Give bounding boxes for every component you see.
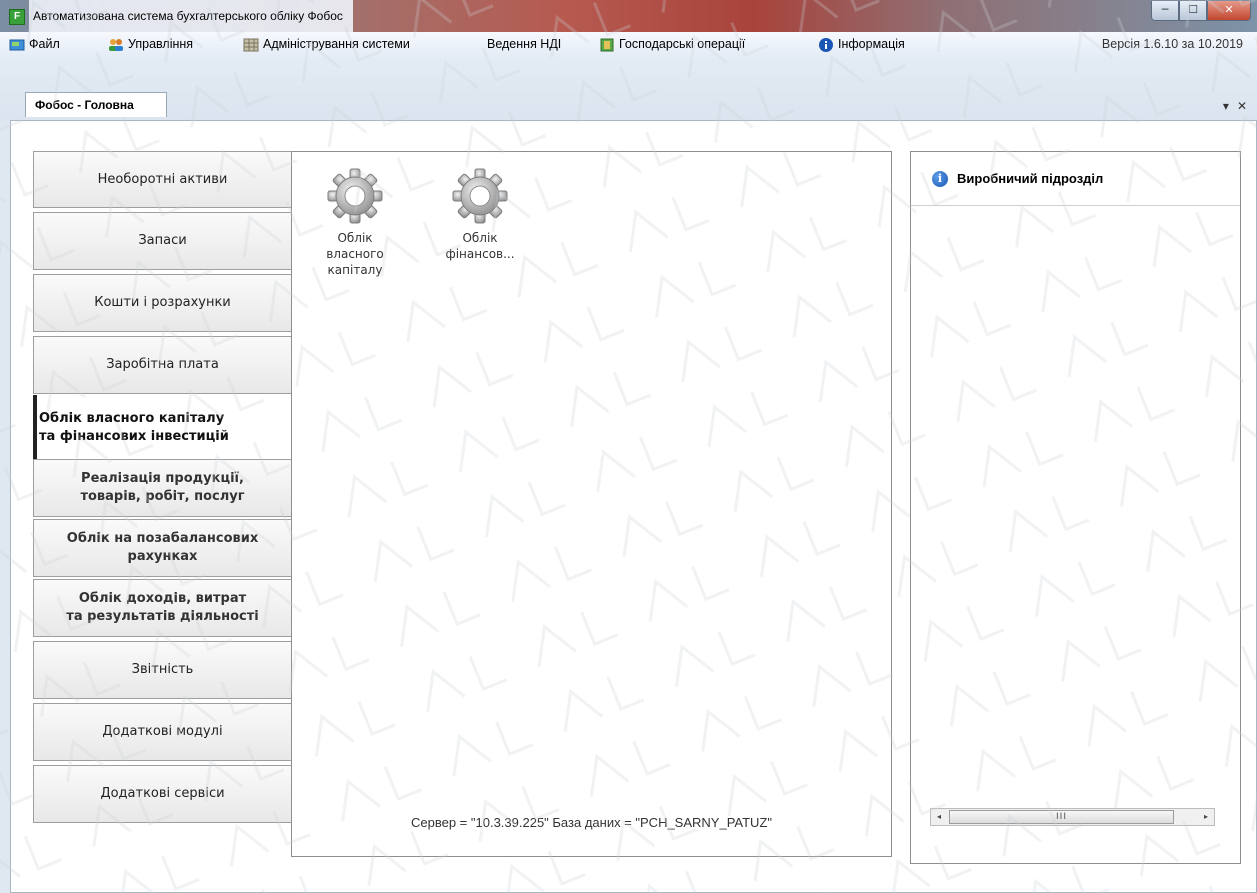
title-bar: F Автоматизована система бухгалтерського… <box>0 0 1257 32</box>
book-icon <box>600 38 614 51</box>
nav-sales[interactable]: Реалізація продукції, товарів, робіт, по… <box>33 459 292 517</box>
users-icon <box>109 38 123 51</box>
scroll-thumb[interactable]: III <box>949 810 1174 824</box>
menu-file-label: Файл <box>29 37 60 51</box>
version-label: Версія 1.6.10 за 10.2019 <box>1101 37 1243 51</box>
horizontal-scrollbar[interactable]: ◂ III ▸ <box>930 808 1215 826</box>
nav-inventory[interactable]: Запаси <box>33 212 292 270</box>
modules-panel: Облік власного капіталу Облік фінансов..… <box>291 151 892 857</box>
connection-status: Сервер = "10.3.39.225" База даних = "PCH… <box>411 815 772 830</box>
info-icon <box>819 37 833 52</box>
nav-additional-modules[interactable]: Додаткові модулі <box>33 703 292 761</box>
nav-off-balance[interactable]: Облік на позабалансових рахунках <box>33 519 292 577</box>
menu-information[interactable]: Інформація <box>818 32 905 57</box>
tab-home[interactable]: Фобос - Головна <box>25 92 167 117</box>
menu-management-label: Управління <box>128 37 194 51</box>
maximize-button[interactable]: ☐ <box>1179 1 1207 21</box>
app-logo-icon: F <box>9 9 25 25</box>
menu-business-operations-label: Господарські операції <box>619 37 746 51</box>
menu-administration[interactable]: Адміністрування системи <box>243 32 410 57</box>
unit-panel: i Виробничий підрозділ ◂ III ▸ <box>910 151 1241 864</box>
tab-strip: Фобос - Головна ▾ ✕ <box>0 57 1257 121</box>
nav-fixed-assets[interactable]: Необоротні активи <box>33 151 292 208</box>
module-tile-equity-label: Облік власного капіталу <box>326 231 384 277</box>
scroll-right-icon[interactable]: ▸ <box>1198 809 1214 825</box>
menu-reference-data-label: Ведення НДІ <box>487 37 562 51</box>
nav-income-expenses[interactable]: Облік доходів, витрат та результатів дія… <box>33 579 292 637</box>
menu-management[interactable]: Управління <box>108 32 193 57</box>
module-tile-investments[interactable]: Облік фінансов... <box>437 166 523 262</box>
menu-business-operations[interactable]: Господарські операції <box>599 32 745 57</box>
file-icon <box>9 39 25 50</box>
info-icon: i <box>932 170 948 187</box>
nav-reporting[interactable]: Звітність <box>33 641 292 699</box>
menu-information-label: Інформація <box>838 37 905 51</box>
tab-list-dropdown-icon[interactable]: ▾ <box>1223 99 1229 113</box>
nav-equity-investments[interactable]: Облік власного капіталу та фінансових ін… <box>33 395 292 460</box>
minimize-button[interactable]: ─ <box>1151 1 1179 21</box>
module-tile-investments-label: Облік фінансов... <box>445 231 515 261</box>
menu-file[interactable]: Файл <box>9 32 60 57</box>
tab-controls: ▾ ✕ <box>1223 99 1247 113</box>
tab-close-icon[interactable]: ✕ <box>1237 99 1247 113</box>
gear-icon <box>327 168 383 224</box>
unit-panel-header: i Виробничий підрозділ <box>911 152 1240 206</box>
window-title: Автоматизована система бухгалтерського о… <box>29 0 353 32</box>
menu-administration-label: Адміністрування системи <box>263 37 410 51</box>
module-tile-equity[interactable]: Облік власного капіталу <box>312 166 398 278</box>
unit-panel-title: Виробничий підрозділ <box>957 171 1104 186</box>
window-controls: ─ ☐ ✕ <box>1151 1 1251 21</box>
nav-cash-settlements[interactable]: Кошти і розрахунки <box>33 274 292 332</box>
gear-icon <box>452 168 508 224</box>
close-button[interactable]: ✕ <box>1207 1 1251 21</box>
menu-reference-data[interactable]: Ведення НДІ <box>487 32 561 57</box>
nav-payroll[interactable]: Заробітна плата <box>33 336 292 394</box>
nav-additional-services[interactable]: Додаткові сервіси <box>33 765 292 823</box>
menu-bar: Файл Управління Адміністрування системи … <box>0 32 1257 57</box>
scroll-left-icon[interactable]: ◂ <box>931 809 947 825</box>
grid-icon <box>243 38 259 51</box>
